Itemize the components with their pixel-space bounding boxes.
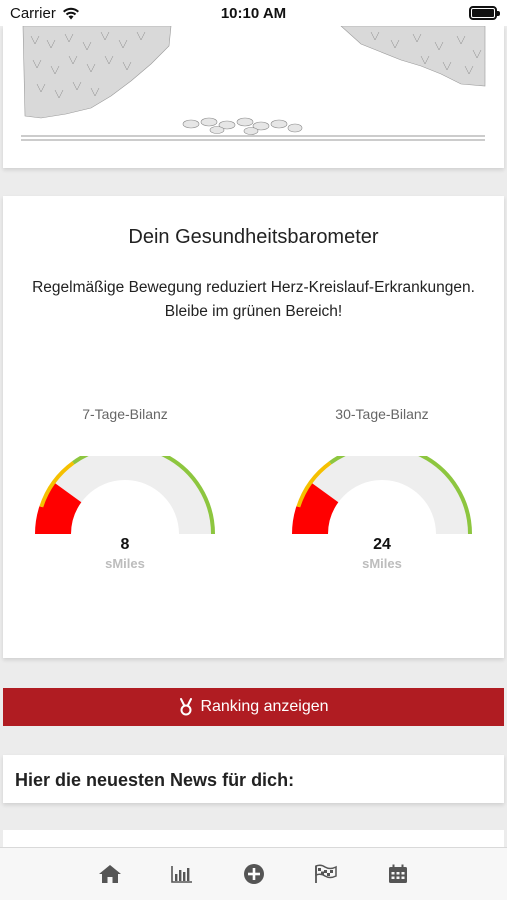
clock: 10:10 AM: [220, 5, 287, 22]
gauge-label: 7-Tage-Bilanz: [82, 406, 168, 422]
calendar-icon: [388, 864, 407, 883]
tab-challenges[interactable]: [313, 862, 339, 886]
show-ranking-button[interactable]: Ranking anzeigen: [3, 688, 504, 726]
health-barometer-card: Dein Gesundheitsbarometer Regelmäßige Be…: [3, 196, 504, 658]
news-title: Hier die neuesten News für dich:: [15, 770, 295, 790]
status-bar: Carrier 10:10 AM: [0, 0, 507, 26]
gauge-value: 8: [120, 536, 130, 553]
gauge-value: 24: [373, 536, 391, 553]
gauge-30-days: 30-Tage-Bilanz 24 sMiles: [287, 406, 477, 586]
battery-icon: [469, 6, 500, 20]
bar-chart-icon: [170, 866, 192, 883]
barometer-description: Regelmäßige Bewegung reduziert Herz-Krei…: [32, 279, 475, 320]
tab-home[interactable]: [97, 862, 123, 886]
news-header-card: Hier die neuesten News für dich:: [3, 755, 504, 803]
tab-statistics[interactable]: [169, 862, 195, 886]
bottom-tab-bar: [0, 847, 507, 900]
winter-landscape-illustration: [21, 26, 486, 141]
ranking-button-label: Ranking anzeigen: [200, 698, 329, 715]
barometer-title: Dein Gesundheitsbarometer: [128, 226, 379, 248]
flags-icon: [314, 864, 337, 883]
gauge-dial: [35, 456, 215, 535]
medal-icon: [180, 698, 193, 716]
plus-circle-icon: [243, 864, 264, 884]
home-icon: [98, 865, 121, 883]
gauge-unit: sMiles: [362, 556, 402, 571]
gauge-dial: [292, 456, 472, 535]
tab-calendar[interactable]: [385, 862, 411, 886]
gauge-label: 30-Tage-Bilanz: [335, 406, 429, 422]
gauge-7-days: 7-Tage-Bilanz 8 sMiles: [30, 406, 220, 586]
gauge-unit: sMiles: [105, 556, 145, 571]
landscape-image-card: [3, 26, 504, 168]
tab-add[interactable]: [241, 862, 267, 886]
